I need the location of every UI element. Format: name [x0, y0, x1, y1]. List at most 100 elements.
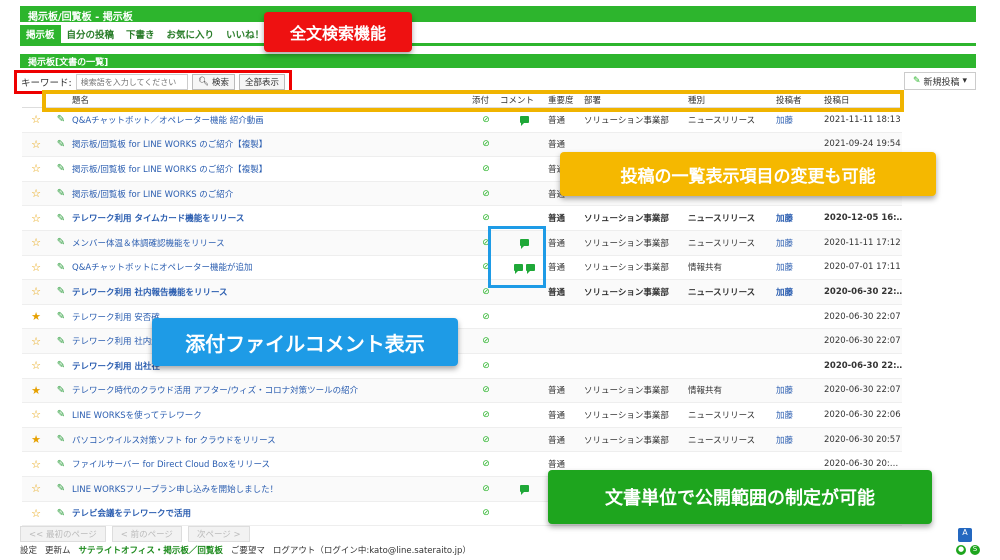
edit-icon[interactable]: ✎: [50, 459, 72, 470]
star-icon[interactable]: ☆: [22, 138, 50, 151]
post-title-link[interactable]: LINE WORKSフリープラン申し込みを開始しました！: [72, 483, 472, 495]
edit-icon[interactable]: ✎: [50, 311, 72, 322]
next-page-button[interactable]: 次ページ >: [187, 526, 250, 542]
attachment-icon[interactable]: ⊘: [472, 115, 500, 125]
edit-icon[interactable]: ✎: [50, 434, 72, 445]
post-title-link[interactable]: ファイルサーバー for Direct Cloud Boxをリリース: [72, 458, 472, 470]
edit-icon[interactable]: ✎: [50, 139, 72, 150]
table-row[interactable]: ☆ ✎ Q&Aチャットボットにオペレーター機能が追加 ⊘ 普通 ソリューション事業部 情報共…: [22, 255, 902, 281]
attachment-icon[interactable]: ⊘: [472, 484, 500, 494]
footer-update-link[interactable]: 更新ム: [45, 544, 71, 558]
table-row[interactable]: ☆ ✎ LINE WORKSを使ってテレワーク ⊘ 普通 ソリューション事業部 ニュースリリ…: [22, 403, 902, 428]
attachment-icon[interactable]: ⊘: [472, 312, 500, 322]
first-page-button[interactable]: << 最初のページ: [20, 526, 106, 542]
footer-logout-link[interactable]: ログアウト（ログイン中:kato@line.sateraito.jp）: [273, 544, 471, 558]
star-icon[interactable]: ☆: [22, 261, 50, 274]
edit-icon[interactable]: ✎: [50, 262, 72, 273]
star-icon[interactable]: ☆: [22, 507, 50, 520]
search-button[interactable]: 🔍︎ 検索: [192, 74, 235, 90]
attachment-icon[interactable]: ⊘: [472, 410, 500, 420]
footer-settings-link[interactable]: 設定: [20, 544, 37, 558]
attachment-icon[interactable]: ⊘: [472, 213, 500, 223]
post-title-link[interactable]: 掲示板/回覧板 for LINE WORKS のご紹介【複製】: [72, 138, 472, 150]
star-icon[interactable]: ★: [22, 384, 50, 397]
attachment-icon[interactable]: ⊘: [472, 189, 500, 199]
star-icon[interactable]: ☆: [22, 212, 50, 225]
author-link[interactable]: 加藤: [776, 212, 824, 224]
post-title-link[interactable]: テレワーク時代のクラウド活用 アフター/ウィズ・コロナ対策ツールの紹介: [72, 384, 472, 396]
attachment-icon[interactable]: ⊘: [472, 385, 500, 395]
tab-my-posts[interactable]: 自分の投稿: [61, 25, 121, 43]
edit-icon[interactable]: ✎: [50, 163, 72, 174]
search-input[interactable]: [75, 74, 189, 90]
star-icon[interactable]: ★: [22, 310, 50, 323]
attachment-icon[interactable]: ⊘: [472, 139, 500, 149]
star-icon[interactable]: ☆: [22, 408, 50, 421]
star-icon[interactable]: ☆: [22, 458, 50, 471]
tab-board[interactable]: 掲示板: [20, 25, 61, 43]
status-icon[interactable]: S: [970, 545, 980, 555]
tab-favorites[interactable]: お気に入り: [161, 25, 221, 43]
tab-likes[interactable]: いいね！: [220, 25, 270, 43]
star-icon[interactable]: ☆: [22, 162, 50, 175]
post-title-link[interactable]: LINE WORKSを使ってテレワーク: [72, 409, 472, 421]
comment-icon[interactable]: [519, 116, 529, 127]
footer-feedback-link[interactable]: ご要望マ: [231, 544, 265, 558]
attachment-icon[interactable]: ⊘: [472, 459, 500, 469]
footer-app-name[interactable]: サテライトオフィス・掲示板／回覧板: [79, 544, 223, 558]
edit-icon[interactable]: ✎: [50, 188, 72, 199]
star-icon[interactable]: ☆: [22, 187, 50, 200]
line-works-icon[interactable]: ●: [956, 545, 966, 555]
author-link[interactable]: 加藤: [776, 384, 824, 396]
table-row[interactable]: ☆ ✎ メンバー体温＆体調確認機能をリリース ⊘ 普通 ソリューション事業部 ニュースリリー…: [22, 230, 902, 256]
star-icon[interactable]: ☆: [22, 482, 50, 495]
star-icon[interactable]: ☆: [22, 335, 50, 348]
edit-icon[interactable]: ✎: [50, 213, 72, 224]
table-row[interactable]: ★ ✎ テレワーク時代のクラウド活用 アフター/ウィズ・コロナ対策ツールの紹介 ⊘ 普通…: [22, 378, 902, 404]
edit-icon[interactable]: ✎: [50, 286, 72, 297]
star-icon[interactable]: ★: [22, 433, 50, 446]
attachment-icon[interactable]: ⊘: [472, 164, 500, 174]
comment-icon[interactable]: [519, 485, 529, 496]
post-title-link[interactable]: 掲示板/回覧板 for LINE WORKS のご紹介【複製】: [72, 163, 472, 175]
post-title-link[interactable]: 掲示板/回覧板 for LINE WORKS のご紹介: [72, 188, 472, 200]
star-icon[interactable]: ☆: [22, 359, 50, 372]
edit-icon[interactable]: ✎: [50, 409, 72, 420]
author-link[interactable]: 加藤: [776, 409, 824, 421]
post-title-link[interactable]: パソコンウイルス対策ソフト for クラウドをリリース: [72, 434, 472, 446]
table-row[interactable]: ★ ✎ パソコンウイルス対策ソフト for クラウドをリリース ⊘ 普通 ソリューション事…: [22, 427, 902, 453]
table-row[interactable]: ☆ ✎ テレワーク利用 社内報告機能をリリース ⊘ 普通 ソリューション事業部 ニュースリリ…: [22, 280, 902, 305]
star-icon[interactable]: ☆: [22, 113, 50, 126]
post-title-link[interactable]: テレワーク利用 社内報告機能をリリース: [72, 286, 472, 298]
post-title-link[interactable]: テレビ会議をテレワークで活用: [72, 507, 472, 519]
author-link[interactable]: 加藤: [776, 114, 824, 126]
attachment-icon[interactable]: ⊘: [472, 336, 500, 346]
star-icon[interactable]: ☆: [22, 236, 50, 249]
edit-icon[interactable]: ✎: [50, 385, 72, 396]
author-link[interactable]: 加藤: [776, 237, 824, 249]
attachment-icon[interactable]: ⊘: [472, 287, 500, 297]
author-link[interactable]: 加藤: [776, 261, 824, 273]
show-all-button[interactable]: 全部表示: [238, 74, 285, 90]
translate-icon[interactable]: A: [958, 528, 972, 542]
attachment-icon[interactable]: ⊘: [472, 435, 500, 445]
prev-page-button[interactable]: < 前のページ: [111, 526, 182, 542]
edit-icon[interactable]: ✎: [50, 508, 72, 519]
new-post-button[interactable]: ✎ 新規投稿 ▾: [904, 72, 976, 90]
edit-icon[interactable]: ✎: [50, 360, 72, 371]
author-link[interactable]: 加藤: [776, 434, 824, 446]
post-title-link[interactable]: メンバー体温＆体調確認機能をリリース: [72, 237, 472, 249]
post-title-link[interactable]: Q&Aチャットボット／オペレーター機能 紹介動画: [72, 114, 472, 126]
edit-icon[interactable]: ✎: [50, 114, 72, 125]
attachment-icon[interactable]: ⊘: [472, 361, 500, 371]
edit-icon[interactable]: ✎: [50, 336, 72, 347]
post-title-link[interactable]: テレワーク利用 タイムカード機能をリリース: [72, 212, 472, 224]
post-title-link[interactable]: Q&Aチャットボットにオペレーター機能が追加: [72, 261, 472, 273]
tab-drafts[interactable]: 下書き: [120, 25, 161, 43]
attachment-icon[interactable]: ⊘: [472, 508, 500, 518]
edit-icon[interactable]: ✎: [50, 483, 72, 494]
star-icon[interactable]: ☆: [22, 285, 50, 298]
edit-icon[interactable]: ✎: [50, 237, 72, 248]
table-row[interactable]: ☆ ✎ テレワーク利用 タイムカード機能をリリース ⊘ 普通 ソリューション事業部 ニュース…: [22, 206, 902, 231]
author-link[interactable]: 加藤: [776, 286, 824, 298]
